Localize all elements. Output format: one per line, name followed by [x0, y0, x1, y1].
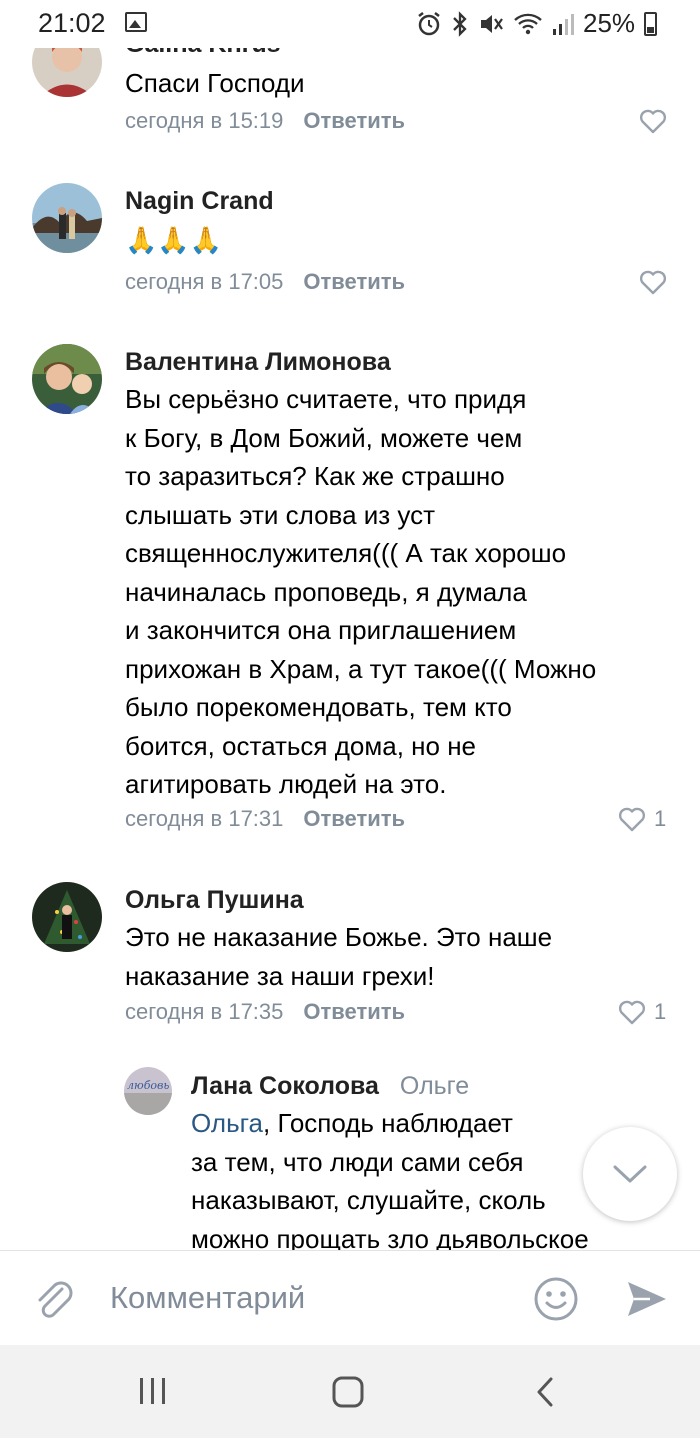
comment-time: сегодня в 17:31 — [125, 806, 284, 831]
avatar[interactable] — [32, 882, 102, 952]
emoji-icon[interactable] — [532, 1275, 580, 1323]
like-button[interactable] — [639, 108, 675, 134]
back-icon[interactable] — [533, 1375, 557, 1409]
reply-button[interactable]: Ответить — [303, 269, 405, 294]
bluetooth-icon — [453, 10, 467, 37]
comment-time: сегодня в 17:05 — [125, 269, 284, 294]
reply-button[interactable]: Ответить — [303, 999, 405, 1024]
recent-apps-icon[interactable] — [137, 1375, 169, 1407]
heart-icon — [639, 109, 667, 134]
heart-icon — [618, 807, 646, 832]
status-time: 21:02 — [38, 8, 106, 38]
comment-time: сегодня в 17:35 — [125, 999, 284, 1024]
reply-button[interactable]: Ответить — [303, 806, 405, 831]
avatar-text: любовь — [127, 1079, 169, 1092]
reply-button[interactable]: Ответить — [303, 108, 405, 133]
battery-icon — [644, 11, 658, 36]
comment-text: Это не наказание Божье. Это наше наказан… — [125, 922, 553, 991]
like-count: 1 — [654, 806, 667, 831]
comment-author[interactable]: Валентина Лимонова — [125, 348, 391, 377]
reply-text: Ольга, Господь наблюдает за тем, что люд… — [191, 1108, 589, 1250]
send-icon[interactable] — [626, 1279, 668, 1319]
comment-text: Спаси Господи — [125, 68, 305, 98]
chevron-down-icon — [613, 1165, 647, 1183]
like-button[interactable] — [639, 269, 675, 295]
avatar[interactable] — [32, 344, 102, 414]
paperclip-icon[interactable] — [32, 1277, 78, 1323]
comment-time: сегодня в 15:19 — [125, 108, 284, 133]
like-count: 1 — [654, 999, 667, 1024]
system-nav-bar — [0, 1345, 700, 1438]
mention-link[interactable]: Ольга — [191, 1108, 263, 1138]
comment-author[interactable]: Nagin Crand — [125, 187, 274, 216]
comment-input[interactable] — [110, 1273, 510, 1323]
like-button[interactable]: 1 — [618, 999, 666, 1025]
heart-icon — [618, 1000, 646, 1025]
avatar[interactable] — [32, 183, 102, 253]
alarm-icon — [418, 11, 440, 35]
comment-text: Вы серьёзно считаете, что придя к Богу, … — [125, 384, 597, 799]
battery-percent: 25% — [583, 8, 636, 38]
mute-icon — [481, 14, 503, 33]
status-bar: 21:02 25% — [0, 0, 700, 48]
heart-icon — [639, 270, 667, 295]
gallery-icon — [125, 12, 147, 32]
comment-text: 🙏🙏🙏 — [125, 225, 223, 255]
wifi-icon — [514, 13, 542, 34]
comments-feed[interactable]: Galina Khrus Спаси Господи сегодня в 15:… — [0, 0, 700, 1250]
reply-to[interactable]: Ольге — [400, 1072, 469, 1100]
reply-author[interactable]: Лана Соколова — [191, 1072, 379, 1100]
signal-icon — [553, 13, 574, 35]
comment-author[interactable]: Ольга Пушина — [125, 886, 304, 915]
like-button[interactable]: 1 — [618, 806, 666, 832]
home-icon[interactable] — [331, 1375, 365, 1409]
comment-composer — [0, 1250, 700, 1345]
avatar[interactable]: любовь — [124, 1067, 172, 1115]
scroll-down-button[interactable] — [583, 1127, 677, 1221]
